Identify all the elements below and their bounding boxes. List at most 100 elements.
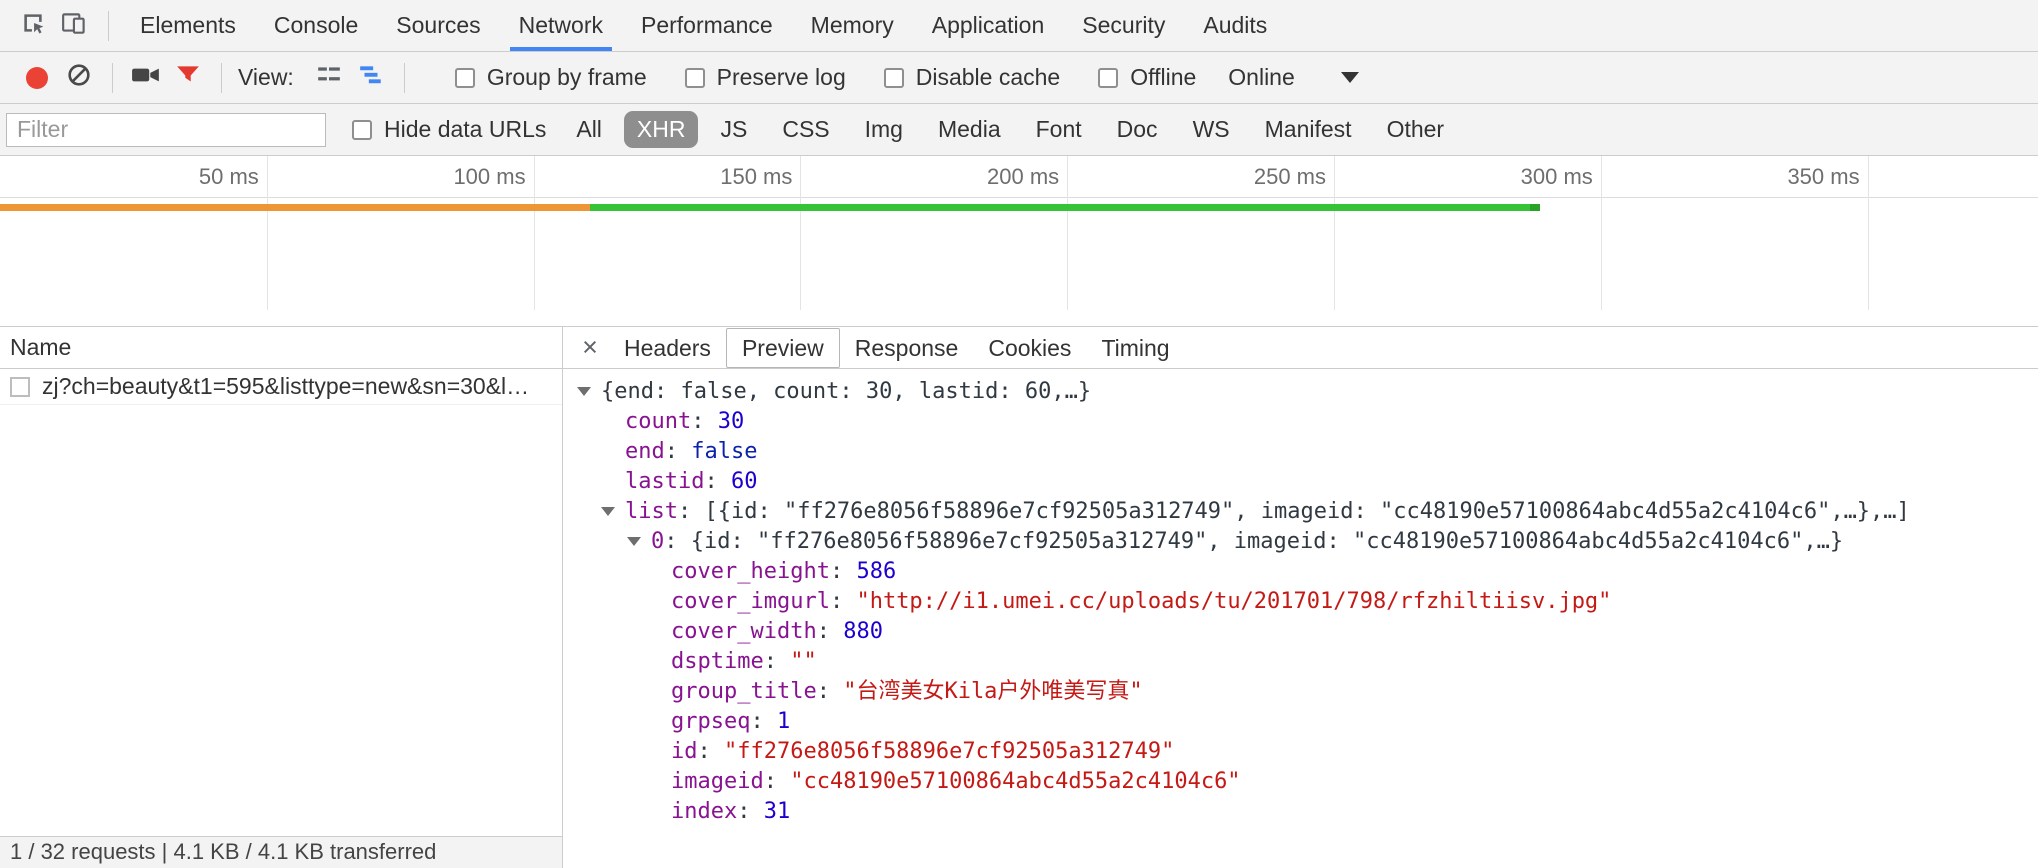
request-name: zj?ch=beauty&t1=595&listtype=new&sn=30&l… xyxy=(42,373,529,400)
filter-type-media[interactable]: Media xyxy=(925,111,1014,148)
tab-headers[interactable]: Headers xyxy=(609,327,726,369)
name-column-header[interactable]: Name xyxy=(0,327,562,369)
overview-waterfall-icon xyxy=(358,62,384,94)
json-plain: : xyxy=(817,679,844,704)
tree-row: imageid: "cc48190e57100864abc4d55a2c4104… xyxy=(563,767,2038,797)
checkbox-group-by-frame[interactable]: Group by frame xyxy=(455,64,647,91)
request-row[interactable]: zj?ch=beauty&t1=595&listtype=new&sn=30&l… xyxy=(0,369,562,405)
divider xyxy=(404,63,405,93)
tab-cookies[interactable]: Cookies xyxy=(973,327,1086,369)
json-key: lastid xyxy=(625,469,704,494)
json-key: group_title xyxy=(671,679,817,704)
expand-arrow-icon[interactable] xyxy=(577,377,601,407)
network-overview[interactable]: 50 ms100 ms150 ms200 ms250 ms300 ms350 m… xyxy=(0,156,2038,326)
filter-toggle-button[interactable] xyxy=(167,57,209,99)
json-plain: : xyxy=(737,799,764,824)
tab-response[interactable]: Response xyxy=(840,327,974,369)
checkbox-icon xyxy=(685,68,705,88)
json-plain: : xyxy=(665,439,692,464)
large-rows-icon xyxy=(316,62,342,94)
show-overview-button[interactable] xyxy=(350,57,392,99)
large-request-rows-button[interactable] xyxy=(308,57,350,99)
camera-icon xyxy=(131,62,161,94)
filter-type-all[interactable]: All xyxy=(563,111,615,148)
inspect-cursor-icon xyxy=(20,10,46,42)
device-toolbar-button[interactable] xyxy=(54,5,96,47)
json-str: "http://i1.umei.cc/uploads/tu/201701/798… xyxy=(856,589,1611,614)
tab-security[interactable]: Security xyxy=(1063,0,1184,51)
tab-timing[interactable]: Timing xyxy=(1086,327,1184,369)
checkbox-preserve-log[interactable]: Preserve log xyxy=(685,64,846,91)
checkbox-icon xyxy=(352,120,372,140)
expand-arrow-icon[interactable] xyxy=(601,497,625,527)
inspect-element-button[interactable] xyxy=(12,5,54,47)
json-plain: [{id: "ff276e8056f58896e7cf92505a312749"… xyxy=(704,499,1909,524)
status-bar: 1 / 32 requests | 4.1 KB / 4.1 KB transf… xyxy=(0,836,562,868)
tab-console[interactable]: Console xyxy=(255,0,377,51)
json-str: "" xyxy=(790,649,817,674)
json-plain: : xyxy=(678,499,705,524)
json-plain: : xyxy=(691,409,718,434)
detail-tabbar: ×HeadersPreviewResponseCookiesTiming xyxy=(563,327,2038,369)
expand-arrow-icon[interactable] xyxy=(627,527,651,557)
json-key: cover_imgurl xyxy=(671,589,830,614)
tab-preview[interactable]: Preview xyxy=(726,328,840,368)
tree-row: dsptime: "" xyxy=(563,647,2038,677)
toolbar-checkboxes: Group by frame Preserve log Disable cache O… xyxy=(417,64,1196,91)
checkbox-offline[interactable]: Offline xyxy=(1098,64,1196,91)
filter-type-doc[interactable]: Doc xyxy=(1104,111,1171,148)
timeline-tick-label: 200 ms xyxy=(949,156,1059,198)
json-num: 30 xyxy=(718,409,745,434)
tab-performance[interactable]: Performance xyxy=(622,0,792,51)
filter-type-css[interactable]: CSS xyxy=(769,111,842,148)
checkbox-hide-data-urls[interactable]: Hide data URLs xyxy=(352,116,546,143)
record-icon xyxy=(26,67,48,89)
network-toolbar: View: Group by frame Preserve log Disable … xyxy=(0,52,2038,104)
filter-type-img[interactable]: Img xyxy=(852,111,916,148)
filter-type-ws[interactable]: WS xyxy=(1180,111,1243,148)
divider xyxy=(221,63,222,93)
filter-type-font[interactable]: Font xyxy=(1023,111,1095,148)
overview-bar-segment xyxy=(1530,204,1540,211)
json-plain: : xyxy=(664,529,691,554)
tab-memory[interactable]: Memory xyxy=(792,0,913,51)
json-plain: : xyxy=(704,469,731,494)
json-key: dsptime xyxy=(671,649,764,674)
checkbox-disable-cache[interactable]: Disable cache xyxy=(884,64,1060,91)
tab-elements[interactable]: Elements xyxy=(121,0,255,51)
clear-button[interactable] xyxy=(58,57,100,99)
json-num: 1 xyxy=(777,709,790,734)
filter-type-other[interactable]: Other xyxy=(1374,111,1458,148)
filter-type-manifest[interactable]: Manifest xyxy=(1252,111,1365,148)
tree-row: index: 31 xyxy=(563,797,2038,827)
filter-type-xhr[interactable]: XHR xyxy=(624,111,699,148)
clear-icon xyxy=(66,62,92,94)
record-button[interactable] xyxy=(16,57,58,99)
filter-input[interactable] xyxy=(6,113,326,147)
json-str: "台湾美女Kila户外唯美写真" xyxy=(843,679,1142,704)
device-toolbar-icon xyxy=(61,10,89,42)
tree-row: lastid: 60 xyxy=(563,467,2038,497)
tab-application[interactable]: Application xyxy=(913,0,1064,51)
view-label: View: xyxy=(238,64,294,91)
checkbox-label: Hide data URLs xyxy=(384,116,546,143)
json-num: 60 xyxy=(731,469,758,494)
json-plain: {id: "ff276e8056f58896e7cf92505a312749",… xyxy=(691,529,1843,554)
tab-sources[interactable]: Sources xyxy=(377,0,499,51)
close-icon[interactable]: × xyxy=(571,332,609,363)
filter-type-js[interactable]: JS xyxy=(707,111,760,148)
json-plain: : xyxy=(764,649,791,674)
json-plain: : xyxy=(830,589,857,614)
tab-audits[interactable]: Audits xyxy=(1184,0,1286,51)
json-plain: : xyxy=(764,769,791,794)
timeline-tick-label: 50 ms xyxy=(149,156,259,198)
tree-row: cover_imgurl: "http://i1.umei.cc/uploads… xyxy=(563,587,2038,617)
json-plain: : xyxy=(817,619,844,644)
tab-network[interactable]: Network xyxy=(500,0,622,51)
throttling-dropdown[interactable]: Online xyxy=(1228,64,1358,91)
capture-screenshots-button[interactable] xyxy=(125,57,167,99)
json-key: cover_height xyxy=(671,559,830,584)
json-bool: false xyxy=(691,439,757,464)
resource-type-filters: AllXHRJSCSS ImgMediaFontDocWSManifestOthe… xyxy=(554,111,1457,148)
throttling-value: Online xyxy=(1228,64,1294,91)
